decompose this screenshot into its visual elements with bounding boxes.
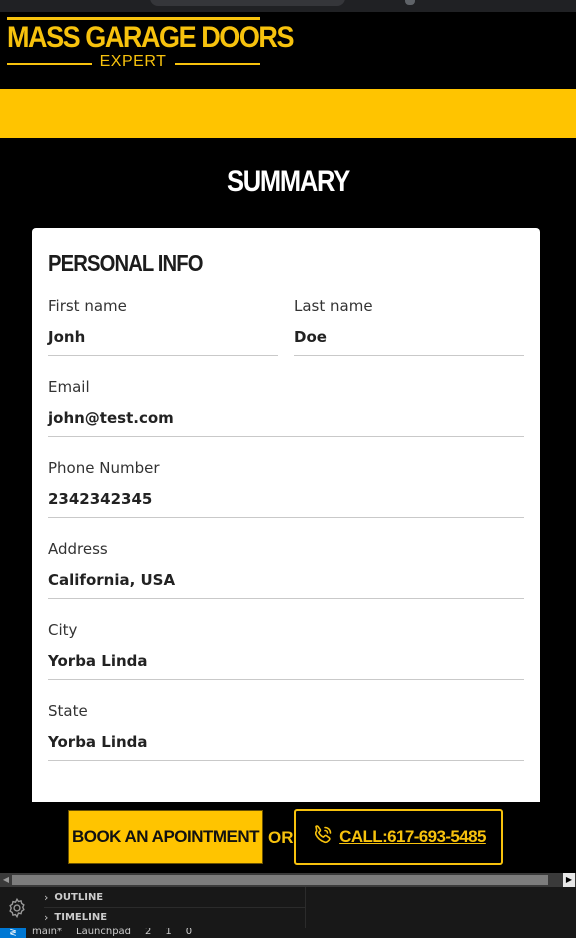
- book-appointment-button[interactable]: BOOK AN APOINTMENT: [68, 810, 263, 864]
- state-value: Yorba Linda: [48, 733, 148, 751]
- ide-sidebar-sections: › OUTLINE › TIMELINE: [34, 887, 306, 928]
- browser-indicator: [405, 0, 415, 5]
- phone-value: 2342342345: [48, 490, 153, 508]
- last-name-label: Last name: [294, 297, 373, 315]
- personal-info-heading: PERSONAL INFO: [48, 250, 204, 276]
- email-field: Email john@test.com: [48, 378, 524, 437]
- logo-top-rule: [7, 17, 260, 20]
- logo-subtitle-row: EXPERT: [7, 53, 260, 71]
- logo-rule-right: [175, 63, 260, 65]
- ports-count[interactable]: 0: [186, 928, 192, 937]
- summary-card: PERSONAL INFO First name Jonh Last name …: [32, 228, 540, 802]
- outline-section[interactable]: › OUTLINE: [44, 887, 103, 907]
- first-name-field: First name Jonh: [48, 297, 278, 356]
- logo-rule-left: [7, 63, 92, 65]
- email-label: Email: [48, 378, 90, 396]
- ide-bottom-panel: › OUTLINE › TIMELINE: [0, 887, 576, 928]
- logo-subtitle: EXPERT: [99, 53, 167, 70]
- city-label: City: [48, 621, 78, 639]
- chevron-right-icon: ›: [44, 890, 49, 904]
- timeline-section[interactable]: › TIMELINE: [44, 907, 306, 927]
- status-bar: ≷ main* Launchpad 2 1 0: [0, 928, 576, 938]
- status-items: main* Launchpad 2 1 0: [32, 928, 192, 937]
- logo-title: MASS GARAGE DOORS: [7, 21, 294, 54]
- email-value: john@test.com: [48, 409, 174, 427]
- site-logo[interactable]: MASS GARAGE DOORS EXPERT: [7, 17, 294, 71]
- phone-label: Phone Number: [48, 459, 160, 477]
- browser-tab-pill[interactable]: [150, 0, 345, 6]
- outline-label: OUTLINE: [54, 891, 104, 903]
- errors-count[interactable]: 2: [145, 928, 151, 937]
- call-button-label: CALL:617-693-5485: [339, 827, 486, 846]
- call-button[interactable]: CALL:617-693-5485: [294, 809, 503, 865]
- city-field: City Yorba Linda: [48, 621, 524, 680]
- browser-top-bar: [0, 0, 576, 12]
- horizontal-scrollbar[interactable]: ◀ ▶: [0, 873, 576, 887]
- remote-icon[interactable]: ≷: [0, 928, 26, 938]
- scroll-right-arrow-icon[interactable]: ▶: [563, 873, 575, 887]
- scroll-left-arrow-icon[interactable]: ◀: [1, 875, 11, 885]
- last-name-field: Last name Doe: [294, 297, 524, 356]
- city-value: Yorba Linda: [48, 652, 148, 670]
- state-field: State Yorba Linda: [48, 702, 524, 761]
- nav-band: [0, 89, 576, 138]
- phone-field: Phone Number 2342342345: [48, 459, 524, 518]
- phone-icon: [311, 823, 335, 852]
- state-label: State: [48, 702, 88, 720]
- warnings-count[interactable]: 1: [165, 928, 171, 937]
- first-name-value: Jonh: [48, 328, 86, 346]
- page-title: SUMMARY: [227, 165, 350, 198]
- or-separator: OR: [268, 828, 294, 847]
- address-label: Address: [48, 540, 108, 558]
- chevron-right-icon: ›: [44, 911, 49, 924]
- timeline-label: TIMELINE: [54, 912, 108, 923]
- first-name-label: First name: [48, 297, 127, 315]
- address-field: Address California, USA: [48, 540, 524, 599]
- gear-icon[interactable]: [0, 887, 34, 928]
- last-name-value: Doe: [294, 328, 327, 346]
- launchpad-status[interactable]: Launchpad: [76, 928, 131, 937]
- scrollbar-thumb[interactable]: [12, 875, 548, 885]
- branch-status[interactable]: main*: [32, 928, 62, 937]
- address-value: California, USA: [48, 571, 176, 589]
